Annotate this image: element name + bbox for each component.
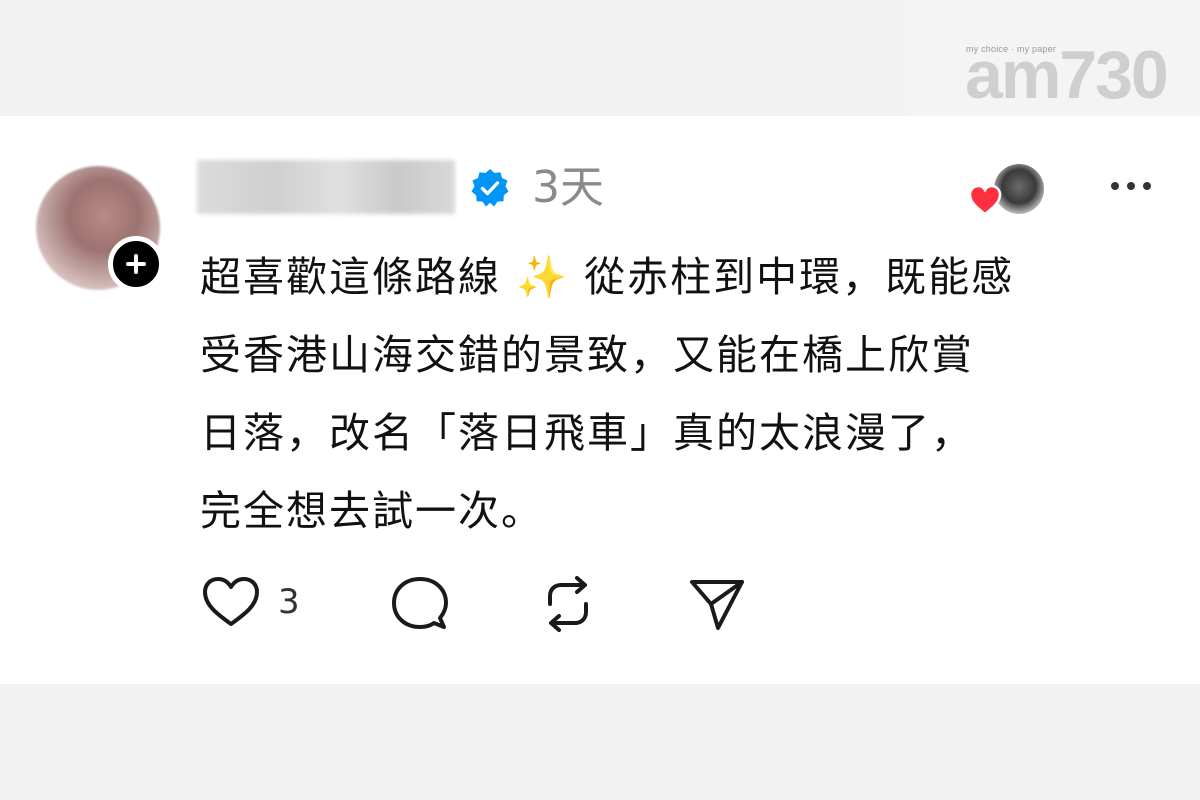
heart-icon	[968, 184, 1002, 216]
more-dots-icon[interactable]	[1108, 174, 1154, 198]
post-text-line: 日落，改名「落日飛車」真的太浪漫了，	[200, 409, 974, 457]
bottom-background	[0, 684, 1200, 800]
like-count: 3	[278, 582, 300, 622]
comment-button[interactable]	[390, 574, 450, 634]
post-time: 3天	[532, 162, 604, 213]
username[interactable]	[197, 160, 455, 214]
like-button[interactable]	[200, 574, 262, 630]
repost-button[interactable]	[538, 574, 598, 634]
post-text-line: 完全想去試一次。	[200, 487, 544, 535]
liker-avatar[interactable]	[968, 162, 1048, 218]
follow-button[interactable]	[108, 236, 164, 292]
plus-icon	[126, 254, 146, 274]
watermark-logo: am730	[965, 37, 1169, 113]
post-text: 超喜歡這條路線 ✨ 從赤柱到中環，既能感 受香港山海交錯的景致，又能在橋上欣賞 …	[200, 238, 1160, 550]
share-button[interactable]	[688, 576, 746, 632]
post-text-line: 受香港山海交錯的景致，又能在橋上欣賞	[200, 331, 974, 379]
action-bar: 3	[200, 570, 800, 636]
verified-badge-icon	[471, 169, 509, 207]
post-text-line: 超喜歡這條路線 ✨ 從赤柱到中環，既能感	[200, 253, 1015, 301]
